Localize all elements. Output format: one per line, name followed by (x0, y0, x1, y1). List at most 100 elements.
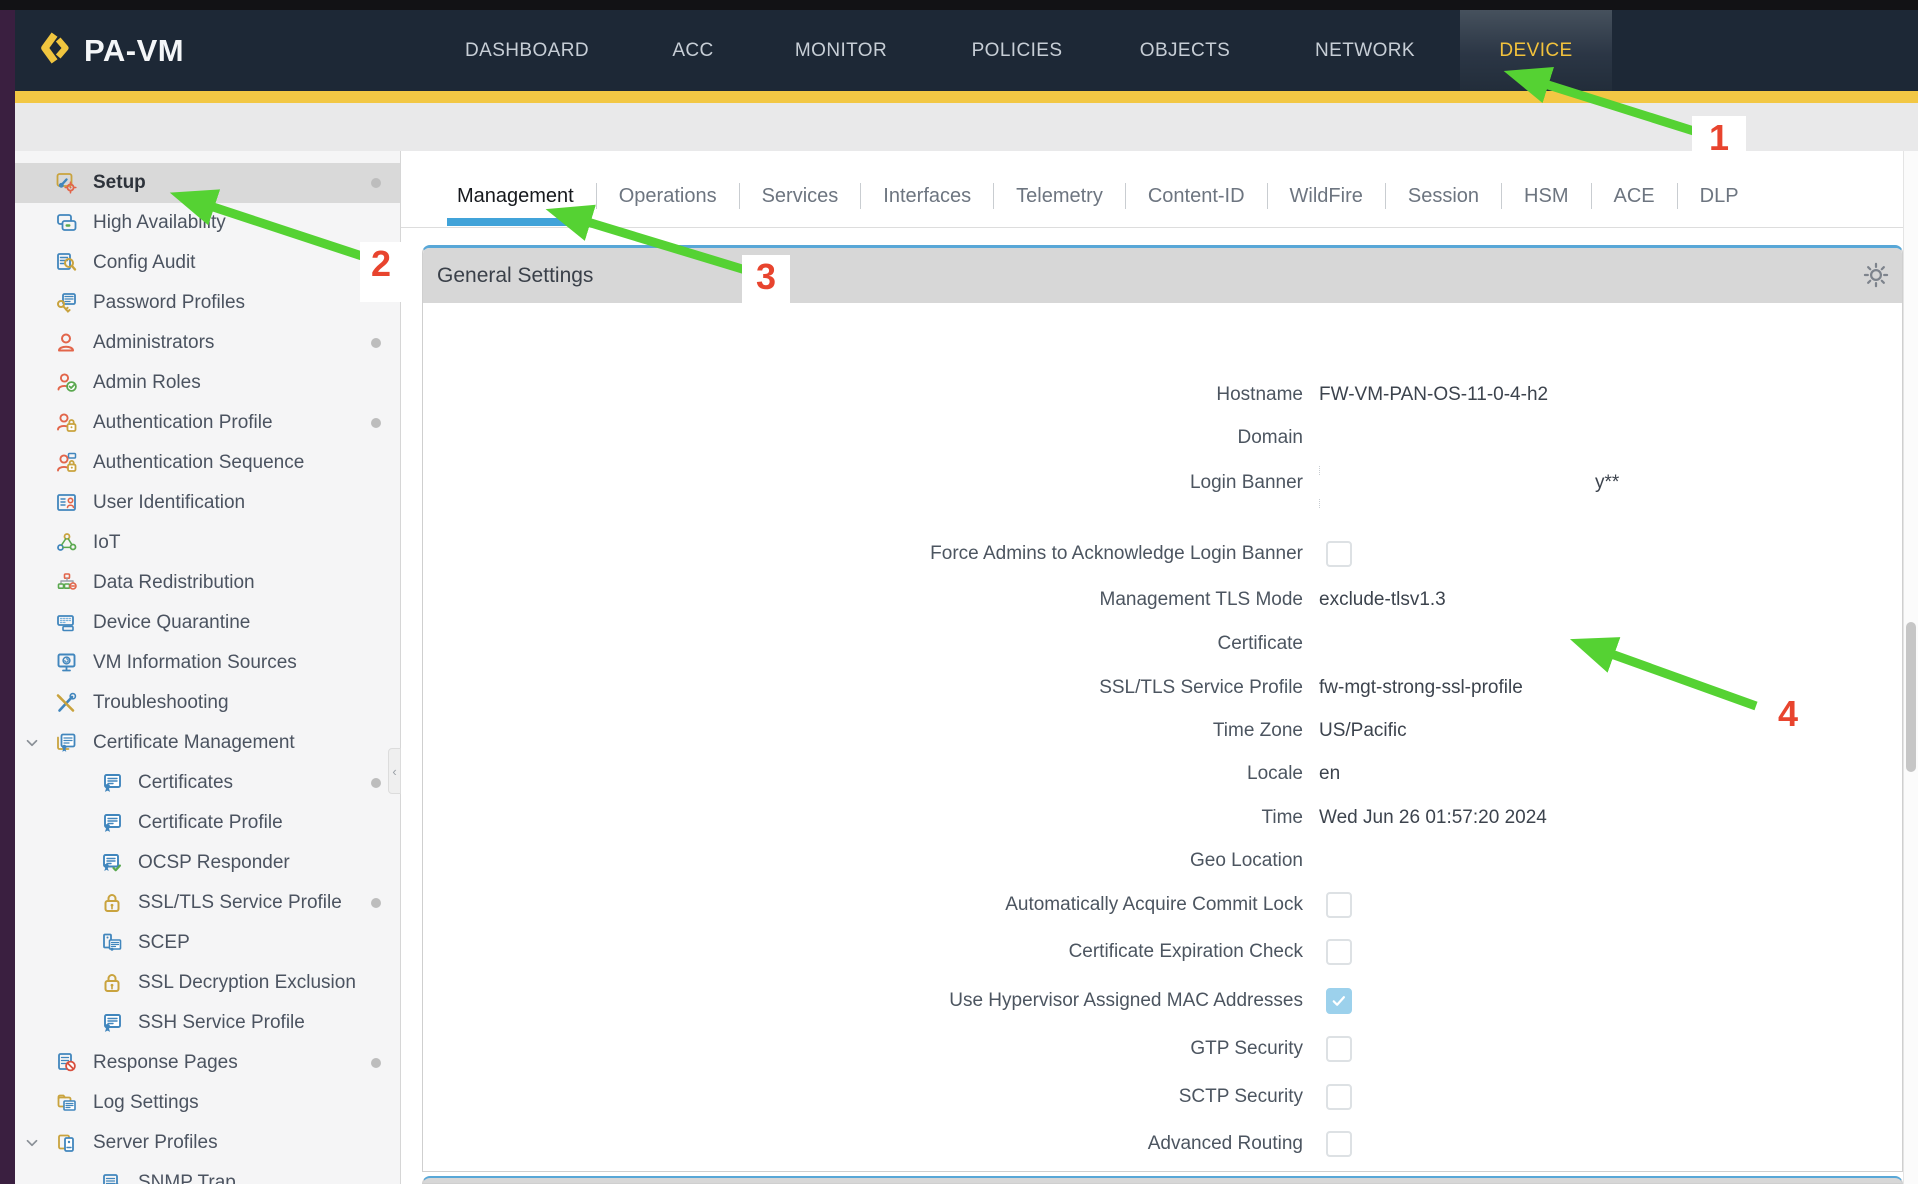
tab-wildfire[interactable]: WildFire (1268, 173, 1385, 219)
data-redistribution-icon (55, 571, 79, 595)
sidebar-item-certificate-profile[interactable]: Certificate Profile (15, 803, 400, 843)
nav-tab-dashboard[interactable]: DASHBOARD (465, 10, 589, 91)
scrollbar-thumb[interactable] (1906, 622, 1916, 772)
chevron-down-icon[interactable] (23, 734, 41, 752)
sidebar-collapse-handle[interactable]: ‹ (388, 748, 401, 794)
field-label-sctp-security: SCTP Security (439, 1082, 1303, 1112)
sidebar-item-response-pages[interactable]: Response Pages (15, 1043, 400, 1083)
checkbox-certificate-expiration-check-unchecked[interactable] (1326, 939, 1352, 965)
checkbox-advanced-routing-unchecked[interactable] (1326, 1131, 1352, 1157)
field-value-login-banner: y** (1595, 468, 1619, 498)
sidebar-item-certificates[interactable]: Certificates (15, 763, 400, 803)
brand: PA-VM (40, 10, 184, 91)
field-label-locale: Locale (439, 759, 1303, 789)
vm-information-sources-icon (55, 651, 79, 675)
sidebar-item-config-audit[interactable]: Config Audit (15, 243, 400, 283)
nav-tab-monitor[interactable]: MONITOR (795, 10, 887, 91)
sidebar-item-user-identification[interactable]: User Identification (15, 483, 400, 523)
checkbox-gtp-security-unchecked[interactable] (1326, 1036, 1352, 1062)
sidebar-item-ssl-decryption-exclusion[interactable]: SSL Decryption Exclusion (15, 963, 400, 1003)
sidebar-item-password-profiles[interactable]: Password Profiles (15, 283, 400, 323)
sidebar-item-ocsp-responder[interactable]: OCSP Responder (15, 843, 400, 883)
nav-tab-network[interactable]: NETWORK (1315, 10, 1415, 91)
item-dot (371, 1058, 381, 1068)
field-value-hostname: FW-VM-PAN-OS-11-0-4-h2 (1319, 380, 1548, 410)
tab-dlp[interactable]: DLP (1678, 173, 1761, 219)
tab-management[interactable]: Management (435, 173, 596, 219)
setup-icon (55, 171, 79, 195)
sidebar-item-scep[interactable]: SCEP (15, 923, 400, 963)
sidebar-item-authentication-profile[interactable]: Authentication Profile (15, 403, 400, 443)
sidebar-item-administrators[interactable]: Administrators (15, 323, 400, 363)
sidebar-item-label: Certificates (138, 772, 233, 794)
nav-tab-device[interactable]: DEVICE (1499, 10, 1572, 91)
sidebar-item-high-availability[interactable]: High Availability (15, 203, 400, 243)
window-left-edge (0, 10, 15, 1184)
sidebar-item-log-settings[interactable]: Log Settings (15, 1083, 400, 1123)
sidebar-item-certificate-management[interactable]: Certificate Management (15, 723, 400, 763)
tab-content-id[interactable]: Content-ID (1126, 173, 1267, 219)
tab-telemetry[interactable]: Telemetry (994, 173, 1125, 219)
sidebar-item-setup[interactable]: Setup (15, 163, 400, 203)
sidebar-item-admin-roles[interactable]: Admin Roles (15, 363, 400, 403)
panel-title: General Settings (437, 264, 593, 288)
checkbox-automatically-acquire-commit-lock-unchecked[interactable] (1326, 892, 1352, 918)
sidebar: SetupHigh AvailabilityConfig Audit Passwo… (15, 151, 400, 1184)
brand-title: PA-VM (84, 33, 184, 69)
field-label-advanced-routing: Advanced Routing (439, 1129, 1303, 1159)
checkbox-sctp-security-unchecked[interactable] (1326, 1084, 1352, 1110)
textarea-edge-mark (1319, 466, 1322, 475)
tab-operations[interactable]: Operations (597, 173, 739, 219)
sidebar-item-iot[interactable]: IoT (15, 523, 400, 563)
nav-tab-policies[interactable]: POLICIES (972, 10, 1063, 91)
field-value-time: Wed Jun 26 01:57:20 2024 (1319, 803, 1547, 833)
device-quarantine-icon (55, 611, 79, 635)
sidebar-item-ssl-tls-service-profile[interactable]: SSL/TLS Service Profile (15, 883, 400, 923)
certificate-icon (100, 771, 124, 795)
tab-services[interactable]: Services (740, 173, 861, 219)
tab-ace[interactable]: ACE (1592, 173, 1677, 219)
checkbox-use-hypervisor-assigned-mac-addresses-checked[interactable] (1326, 988, 1352, 1014)
sidebar-item-data-redistribution[interactable]: Data Redistribution (15, 563, 400, 603)
tab-session[interactable]: Session (1386, 173, 1501, 219)
field-label-time: Time (439, 803, 1303, 833)
sidebar-item-label: IoT (93, 532, 120, 554)
field-label-domain: Domain (439, 423, 1303, 453)
sidebar-item-vm-information-sources[interactable]: VM Information Sources (15, 643, 400, 683)
scep-icon (100, 931, 124, 955)
ocsp-responder-icon (100, 851, 124, 875)
authentication-profile-icon (55, 411, 79, 435)
sidebar-item-troubleshooting[interactable]: Troubleshooting (15, 683, 400, 723)
tab-interfaces[interactable]: Interfaces (861, 173, 993, 219)
item-dot (371, 338, 381, 348)
sidebar-item-label: Authentication Sequence (93, 452, 304, 474)
item-dot (371, 898, 381, 908)
sidebar-item-device-quarantine[interactable]: Device Quarantine (15, 603, 400, 643)
tab-hsm[interactable]: HSM (1502, 173, 1590, 219)
administrators-icon (55, 331, 79, 355)
nav-tab-objects[interactable]: OBJECTS (1140, 10, 1230, 91)
device-tabbar: ManagementOperationsServicesInterfacesTe… (401, 151, 1918, 228)
sidebar-item-label: SNMP Trap (138, 1172, 236, 1184)
response-pages-icon (55, 1051, 79, 1075)
field-label-time-zone: Time Zone (439, 716, 1303, 746)
field-label-geo-location: Geo Location (439, 846, 1303, 876)
sidebar-item-label: Admin Roles (93, 372, 201, 394)
field-label-certificate: Certificate (439, 629, 1303, 659)
sidebar-item-snmp-trap[interactable]: SNMP Trap (15, 1163, 400, 1184)
sidebar-item-label: Authentication Profile (93, 412, 273, 434)
field-value-management-tls-mode: exclude-tlsv1.3 (1319, 585, 1446, 615)
sidebar-item-ssh-service-profile[interactable]: SSH Service Profile (15, 1003, 400, 1043)
nav-tab-acc[interactable]: ACC (672, 10, 713, 91)
checkbox-force-admins-to-acknowledge-login-banner-unchecked[interactable] (1326, 541, 1352, 567)
chevron-down-icon[interactable] (23, 1134, 41, 1152)
sidebar-item-authentication-sequence[interactable]: Authentication Sequence (15, 443, 400, 483)
field-label-gtp-security: GTP Security (439, 1034, 1303, 1064)
admin-roles-icon (55, 371, 79, 395)
sidebar-item-label: Password Profiles (93, 292, 245, 314)
sidebar-item-server-profiles[interactable]: Server Profiles (15, 1123, 400, 1163)
pa-vm-app: PA-VM DASHBOARD ACC MONITOR POLICIES OBJECTS… (0, 0, 1918, 1184)
sidebar-item-label: Certificate Management (93, 732, 295, 754)
gear-icon[interactable] (1862, 261, 1890, 289)
window-top-edge (0, 0, 1918, 10)
